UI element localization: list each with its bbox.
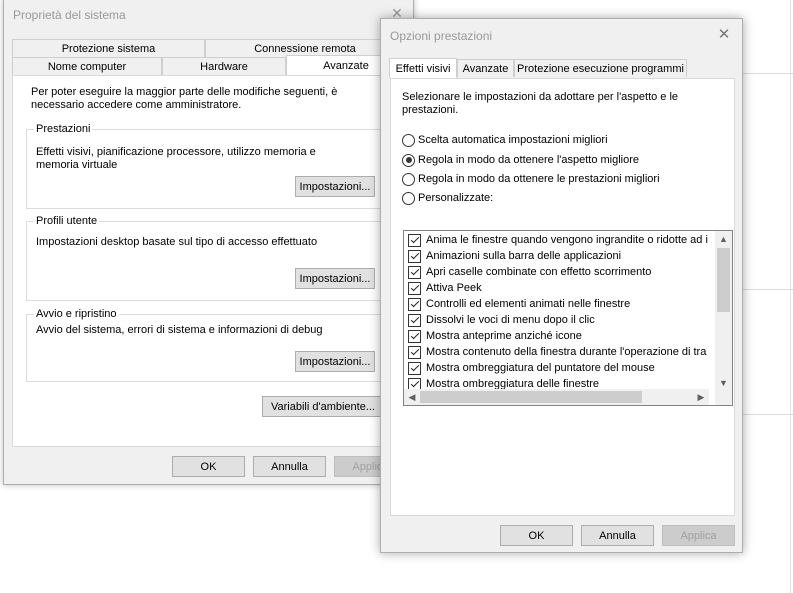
vertical-scrollbar[interactable]: ▲ ▼ (715, 231, 732, 391)
list-item-label: Anima le finestre quando vengono ingrand… (426, 234, 708, 246)
background-window-edge (790, 0, 791, 593)
visual-effects-panel: Selezionare le impostazioni da adottare … (390, 78, 735, 516)
checkbox[interactable] (408, 233, 421, 247)
list-item[interactable]: Attiva Peek (408, 280, 482, 296)
checkbox[interactable] (408, 265, 421, 279)
tab-computer-name[interactable]: Nome computer (12, 57, 162, 75)
ok-button[interactable]: OK (500, 525, 573, 546)
checkbox[interactable] (408, 281, 421, 295)
list-item[interactable]: Mostra contenuto della finestra durante … (408, 344, 706, 360)
background-divider (743, 414, 793, 415)
scroll-up-icon[interactable]: ▲ (715, 231, 732, 247)
visual-effects-list-items: Anima le finestre quando vengono ingrand… (404, 231, 709, 391)
radio-button[interactable] (402, 172, 415, 186)
close-icon[interactable]: ✕ (714, 25, 734, 45)
list-item-label: Controlli ed elementi animati nelle fine… (426, 298, 631, 310)
list-item-label: Apri caselle combinate con effetto scorr… (426, 266, 652, 278)
window-title: Opzioni prestazioni (390, 29, 493, 43)
radio-label: Regola in modo da ottenere le prestazion… (418, 173, 660, 185)
performance-options-window: Opzioni prestazioni ✕ Effetti visivi Ava… (380, 18, 743, 553)
list-item-label: Mostra ombreggiatura del puntatore del m… (426, 362, 655, 374)
user-profiles-settings-button[interactable]: Impostazioni... (295, 268, 375, 289)
list-item[interactable]: Dissolvi le voci di menu dopo il clic (408, 312, 595, 328)
cancel-button[interactable]: Annulla (253, 456, 326, 477)
tab-advanced[interactable]: Avanzate (457, 59, 514, 77)
list-item-label: Attiva Peek (426, 282, 482, 294)
user-profiles-legend: Profili utente (34, 215, 100, 227)
background-divider (743, 289, 793, 290)
user-profiles-description: Impostazioni desktop basate sul tipo di … (36, 236, 318, 248)
performance-legend: Prestazioni (34, 123, 93, 135)
environment-variables-button[interactable]: Variabili d'ambiente... (262, 396, 384, 417)
tab-hardware[interactable]: Hardware (162, 57, 286, 75)
scroll-right-icon[interactable]: ▶ (693, 389, 709, 405)
background-divider (743, 73, 793, 74)
performance-settings-button[interactable]: Impostazioni... (295, 176, 375, 197)
ok-button[interactable]: OK (172, 456, 245, 477)
apply-button[interactable]: Applica (662, 525, 735, 546)
tab-system-protection[interactable]: Protezione sistema (12, 39, 205, 57)
radio-button[interactable] (402, 191, 415, 205)
tab-visual-effects[interactable]: Effetti visivi (389, 58, 457, 78)
radio-button[interactable] (402, 153, 415, 167)
radio-custom[interactable]: Personalizzate: (402, 191, 493, 205)
system-properties-window: Proprietà del sistema ✕ Protezione siste… (3, 0, 414, 485)
list-item-label: Dissolvi le voci di menu dopo il clic (426, 314, 595, 326)
checkbox[interactable] (408, 313, 421, 327)
startup-recovery-group: Avvio e ripristino Avvio del sistema, er… (26, 308, 382, 382)
scroll-thumb[interactable] (717, 248, 730, 312)
scrollbar-corner (715, 389, 732, 405)
checkbox[interactable] (408, 345, 421, 359)
list-item[interactable]: Controlli ed elementi animati nelle fine… (408, 296, 630, 312)
list-item-label: Mostra anteprime anziché icone (426, 330, 582, 342)
radio-button[interactable] (402, 133, 415, 147)
list-item-label: Mostra contenuto della finestra durante … (426, 346, 707, 358)
advanced-tab-panel: Per poter eseguire la maggior parte dell… (12, 75, 386, 447)
radio-label: Scelta automatica impostazioni migliori (418, 134, 608, 146)
checkbox[interactable] (408, 361, 421, 375)
scroll-thumb[interactable] (420, 391, 642, 403)
list-item[interactable]: Mostra anteprime anziché icone (408, 328, 582, 344)
list-item[interactable]: Apri caselle combinate con effetto scorr… (408, 264, 651, 280)
checkbox[interactable] (408, 297, 421, 311)
startup-recovery-description: Avvio del sistema, errori di sistema e i… (36, 324, 323, 336)
scroll-left-icon[interactable]: ◀ (404, 389, 420, 405)
horizontal-scrollbar[interactable]: ◀ ▶ (404, 389, 709, 405)
admin-notice: Per poter eseguire la maggior parte dell… (31, 86, 338, 111)
tab-row: Effetti visivi Avanzate Protezione esecu… (389, 58, 687, 78)
list-item[interactable]: Animazioni sulla barra delle applicazion… (408, 248, 621, 264)
performance-group: Prestazioni Effetti visivi, pianificazio… (26, 123, 382, 209)
startup-recovery-legend: Avvio e ripristino (34, 308, 119, 320)
radio-auto[interactable]: Scelta automatica impostazioni migliori (402, 133, 608, 147)
radio-best-appearance[interactable]: Regola in modo da ottenere l'aspetto mig… (402, 153, 639, 167)
startup-recovery-settings-button[interactable]: Impostazioni... (295, 351, 375, 372)
cancel-button[interactable]: Annulla (581, 525, 654, 546)
list-item-label: Animazioni sulla barra delle applicazion… (426, 250, 622, 262)
list-item[interactable]: Mostra ombreggiatura del puntatore del m… (408, 360, 655, 376)
radio-best-performance[interactable]: Regola in modo da ottenere le prestazion… (402, 172, 660, 186)
radio-label: Personalizzate: (418, 192, 494, 204)
checkbox[interactable] (408, 249, 421, 263)
checkbox[interactable] (408, 329, 421, 343)
window-title: Proprietà del sistema (13, 8, 126, 22)
visual-effects-description: Selezionare le impostazioni da adottare … (402, 91, 679, 116)
performance-description: Effetti visivi, pianificazione processor… (36, 146, 316, 171)
tab-data-execution-prevention[interactable]: Protezione esecuzione programmi (514, 59, 687, 77)
user-profiles-group: Profili utente Impostazioni desktop basa… (26, 215, 382, 301)
tab-row-bottom: Nome computer Hardware Avanzate (12, 55, 406, 75)
list-item[interactable]: Anima le finestre quando vengono ingrand… (408, 232, 708, 248)
radio-label: Regola in modo da ottenere l'aspetto mig… (418, 154, 640, 166)
visual-effects-list[interactable]: Anima le finestre quando vengono ingrand… (403, 230, 733, 406)
